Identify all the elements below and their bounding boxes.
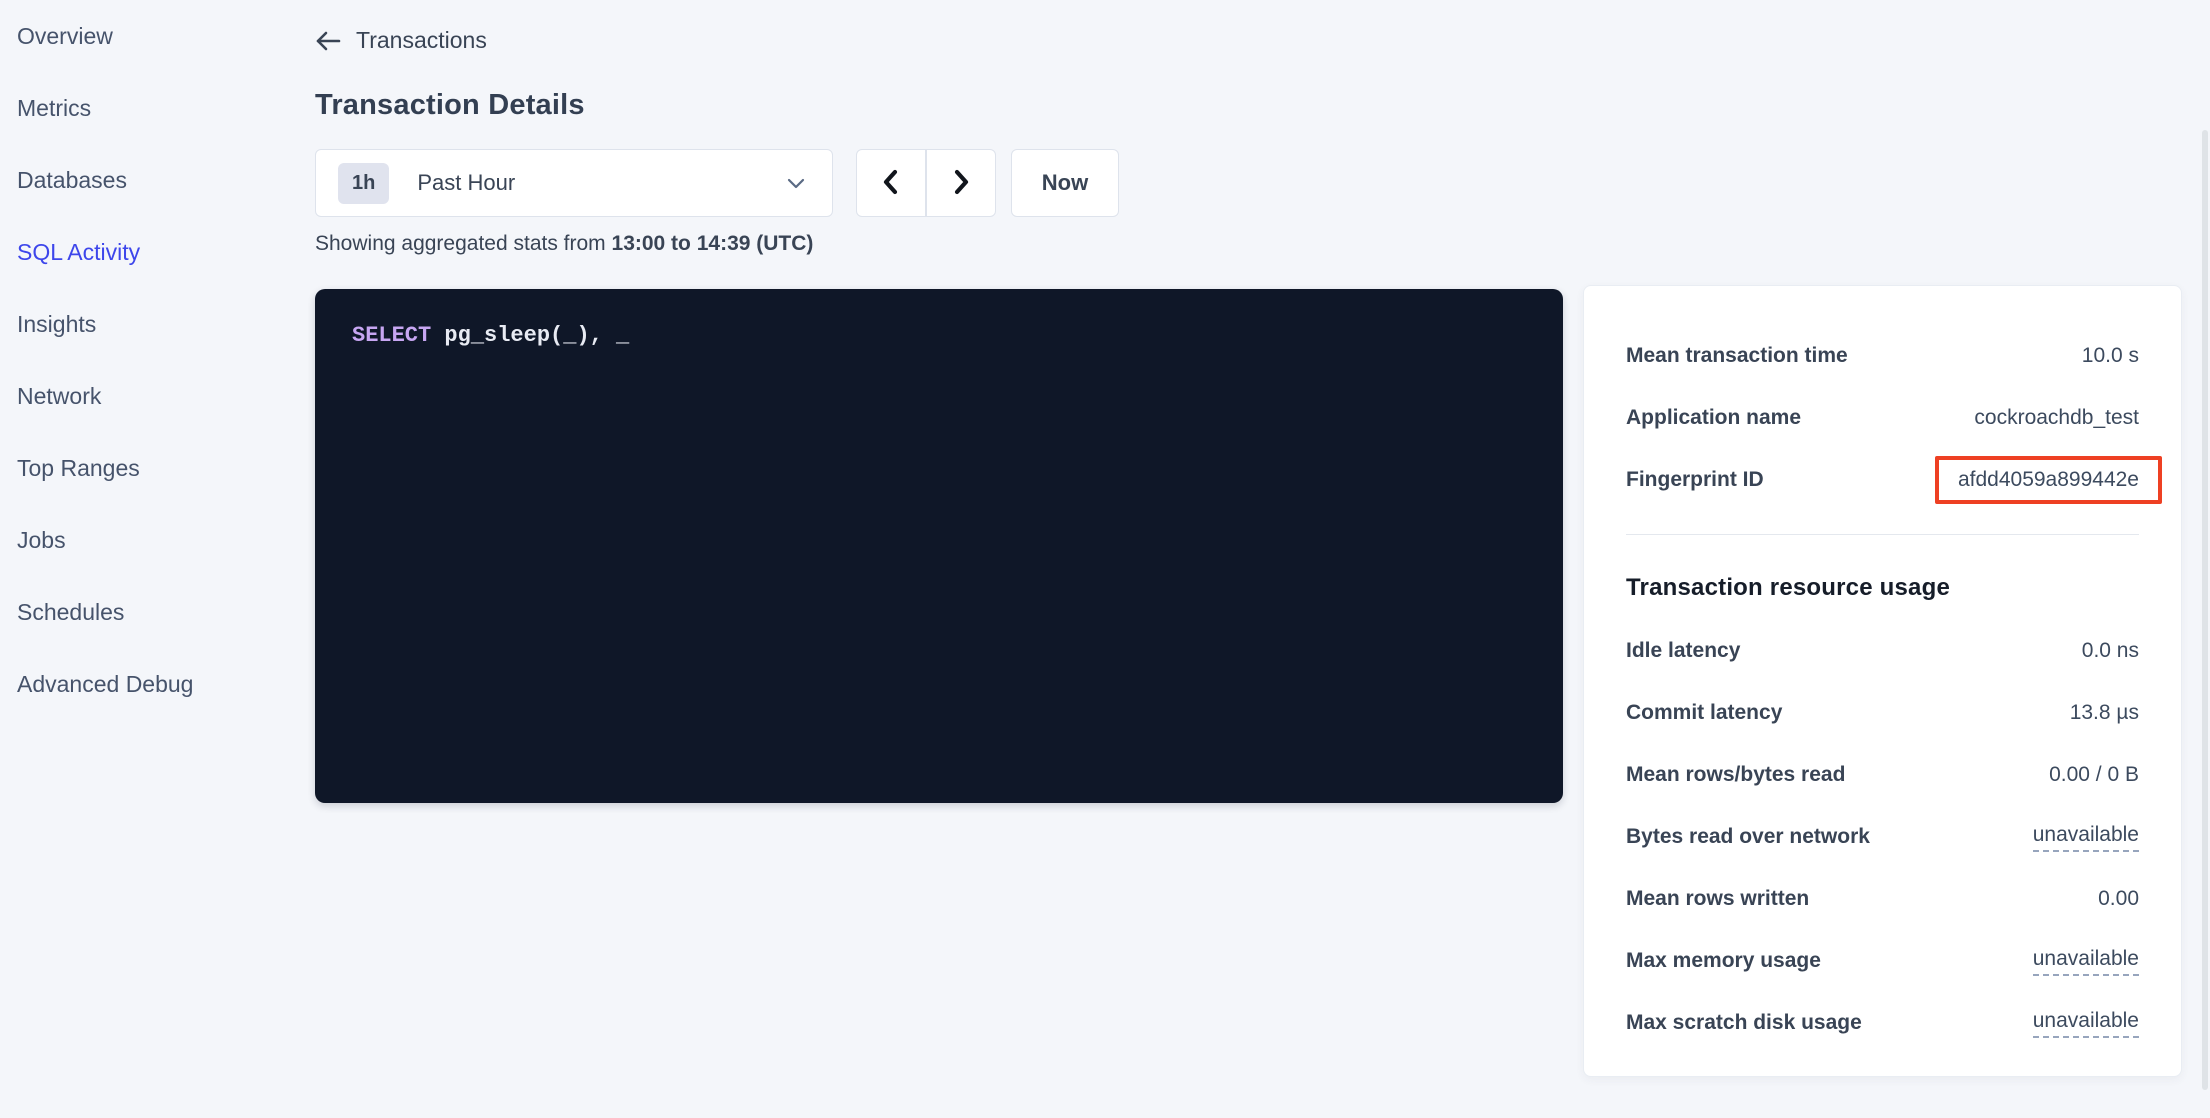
sidebar-item-overview[interactable]: Overview xyxy=(17,0,282,72)
detail-label: Fingerprint ID xyxy=(1626,468,1764,492)
resource-usage-section-title: Transaction resource usage xyxy=(1626,571,2139,605)
aggregation-stats-text: Showing aggregated stats from 13:00 to 1… xyxy=(315,232,1563,256)
time-range-value: Past Hour xyxy=(417,170,515,196)
card-divider xyxy=(1626,534,2139,535)
sidebar-item-sql-activity[interactable]: SQL Activity xyxy=(17,216,282,288)
detail-value-unavailable-tooltip[interactable]: unavailable xyxy=(2033,1009,2139,1038)
previous-time-button[interactable] xyxy=(856,149,926,217)
now-button[interactable]: Now xyxy=(1011,149,1119,217)
detail-label: Max scratch disk usage xyxy=(1626,1011,1862,1035)
detail-value: 0.00 / 0 B xyxy=(2049,763,2139,787)
sidebar-item-advanced-debug[interactable]: Advanced Debug xyxy=(17,648,282,720)
detail-row-idle-latency: Idle latency 0.0 ns xyxy=(1626,620,2139,682)
main-content: Transactions Transaction Details 1h Past… xyxy=(315,0,1563,803)
detail-value: cockroachdb_test xyxy=(1974,406,2139,430)
detail-row-application-name: Application name cockroachdb_test xyxy=(1626,387,2139,449)
transaction-details-card: Mean transaction time 10.0 s Application… xyxy=(1583,285,2182,1077)
detail-row-max-memory-usage: Max memory usage unavailable xyxy=(1626,930,2139,992)
scrollbar-track xyxy=(2200,0,2210,1118)
detail-label: Mean transaction time xyxy=(1626,344,1848,368)
chevron-right-icon xyxy=(948,167,974,200)
time-range-dropdown[interactable]: 1h Past Hour xyxy=(315,149,833,217)
detail-row-mean-rows-bytes-read: Mean rows/bytes read 0.00 / 0 B xyxy=(1626,744,2139,806)
detail-value: 13.8 µs xyxy=(2070,701,2139,725)
scrollbar-thumb[interactable] xyxy=(2202,130,2208,1090)
sidebar-item-schedules[interactable]: Schedules xyxy=(17,576,282,648)
detail-value-unavailable-tooltip[interactable]: unavailable xyxy=(2033,947,2139,976)
stats-time-range: 13:00 to 14:39 (UTC) xyxy=(612,232,814,255)
breadcrumb-back-link[interactable]: Transactions xyxy=(315,27,487,54)
detail-label: Idle latency xyxy=(1626,639,1740,663)
sidebar-item-insights[interactable]: Insights xyxy=(17,288,282,360)
next-time-button[interactable] xyxy=(926,149,996,217)
detail-value: 0.00 xyxy=(2098,887,2139,911)
detail-row-bytes-read-over-network: Bytes read over network unavailable xyxy=(1626,806,2139,868)
time-range-badge: 1h xyxy=(338,163,389,204)
detail-row-mean-rows-written: Mean rows written 0.00 xyxy=(1626,868,2139,930)
chevron-left-icon xyxy=(878,167,904,200)
detail-label: Mean rows/bytes read xyxy=(1626,763,1845,787)
breadcrumb-label: Transactions xyxy=(356,27,487,54)
stats-prefix: Showing aggregated stats from xyxy=(315,232,612,255)
detail-row-max-scratch-disk-usage: Max scratch disk usage unavailable xyxy=(1626,992,2139,1054)
page-title: Transaction Details xyxy=(315,89,1563,122)
detail-value-unavailable-tooltip[interactable]: unavailable xyxy=(2033,823,2139,852)
sql-keyword: SELECT xyxy=(352,323,431,348)
detail-label: Max memory usage xyxy=(1626,949,1821,973)
detail-row-fingerprint-id: Fingerprint ID afdd4059a899442e xyxy=(1626,449,2139,511)
chevron-down-icon xyxy=(784,171,808,195)
sidebar: Overview Metrics Databases SQL Activity … xyxy=(0,0,282,1118)
sidebar-item-jobs[interactable]: Jobs xyxy=(17,504,282,576)
detail-row-commit-latency: Commit latency 13.8 µs xyxy=(1626,682,2139,744)
time-toolbar: 1h Past Hour xyxy=(315,149,1563,217)
sidebar-item-metrics[interactable]: Metrics xyxy=(17,72,282,144)
arrow-left-icon xyxy=(315,30,341,52)
sidebar-item-network[interactable]: Network xyxy=(17,360,282,432)
detail-value: 0.0 ns xyxy=(2082,639,2139,663)
resource-usage-rows: Idle latency 0.0 ns Commit latency 13.8 … xyxy=(1626,620,2139,1054)
detail-value: 10.0 s xyxy=(2082,344,2139,368)
sql-statement-box: SELECT pg_sleep(_), _ xyxy=(315,289,1563,803)
fingerprint-id-value-highlighted: afdd4059a899442e xyxy=(1935,456,2162,504)
detail-label: Application name xyxy=(1626,406,1801,430)
sql-statement-text: pg_sleep(_), _ xyxy=(431,323,629,348)
time-pager xyxy=(856,149,996,217)
detail-label: Bytes read over network xyxy=(1626,825,1870,849)
detail-row-mean-transaction-time: Mean transaction time 10.0 s xyxy=(1626,325,2139,387)
sidebar-item-top-ranges[interactable]: Top Ranges xyxy=(17,432,282,504)
detail-label: Commit latency xyxy=(1626,701,1782,725)
sidebar-item-databases[interactable]: Databases xyxy=(17,144,282,216)
detail-label: Mean rows written xyxy=(1626,887,1809,911)
